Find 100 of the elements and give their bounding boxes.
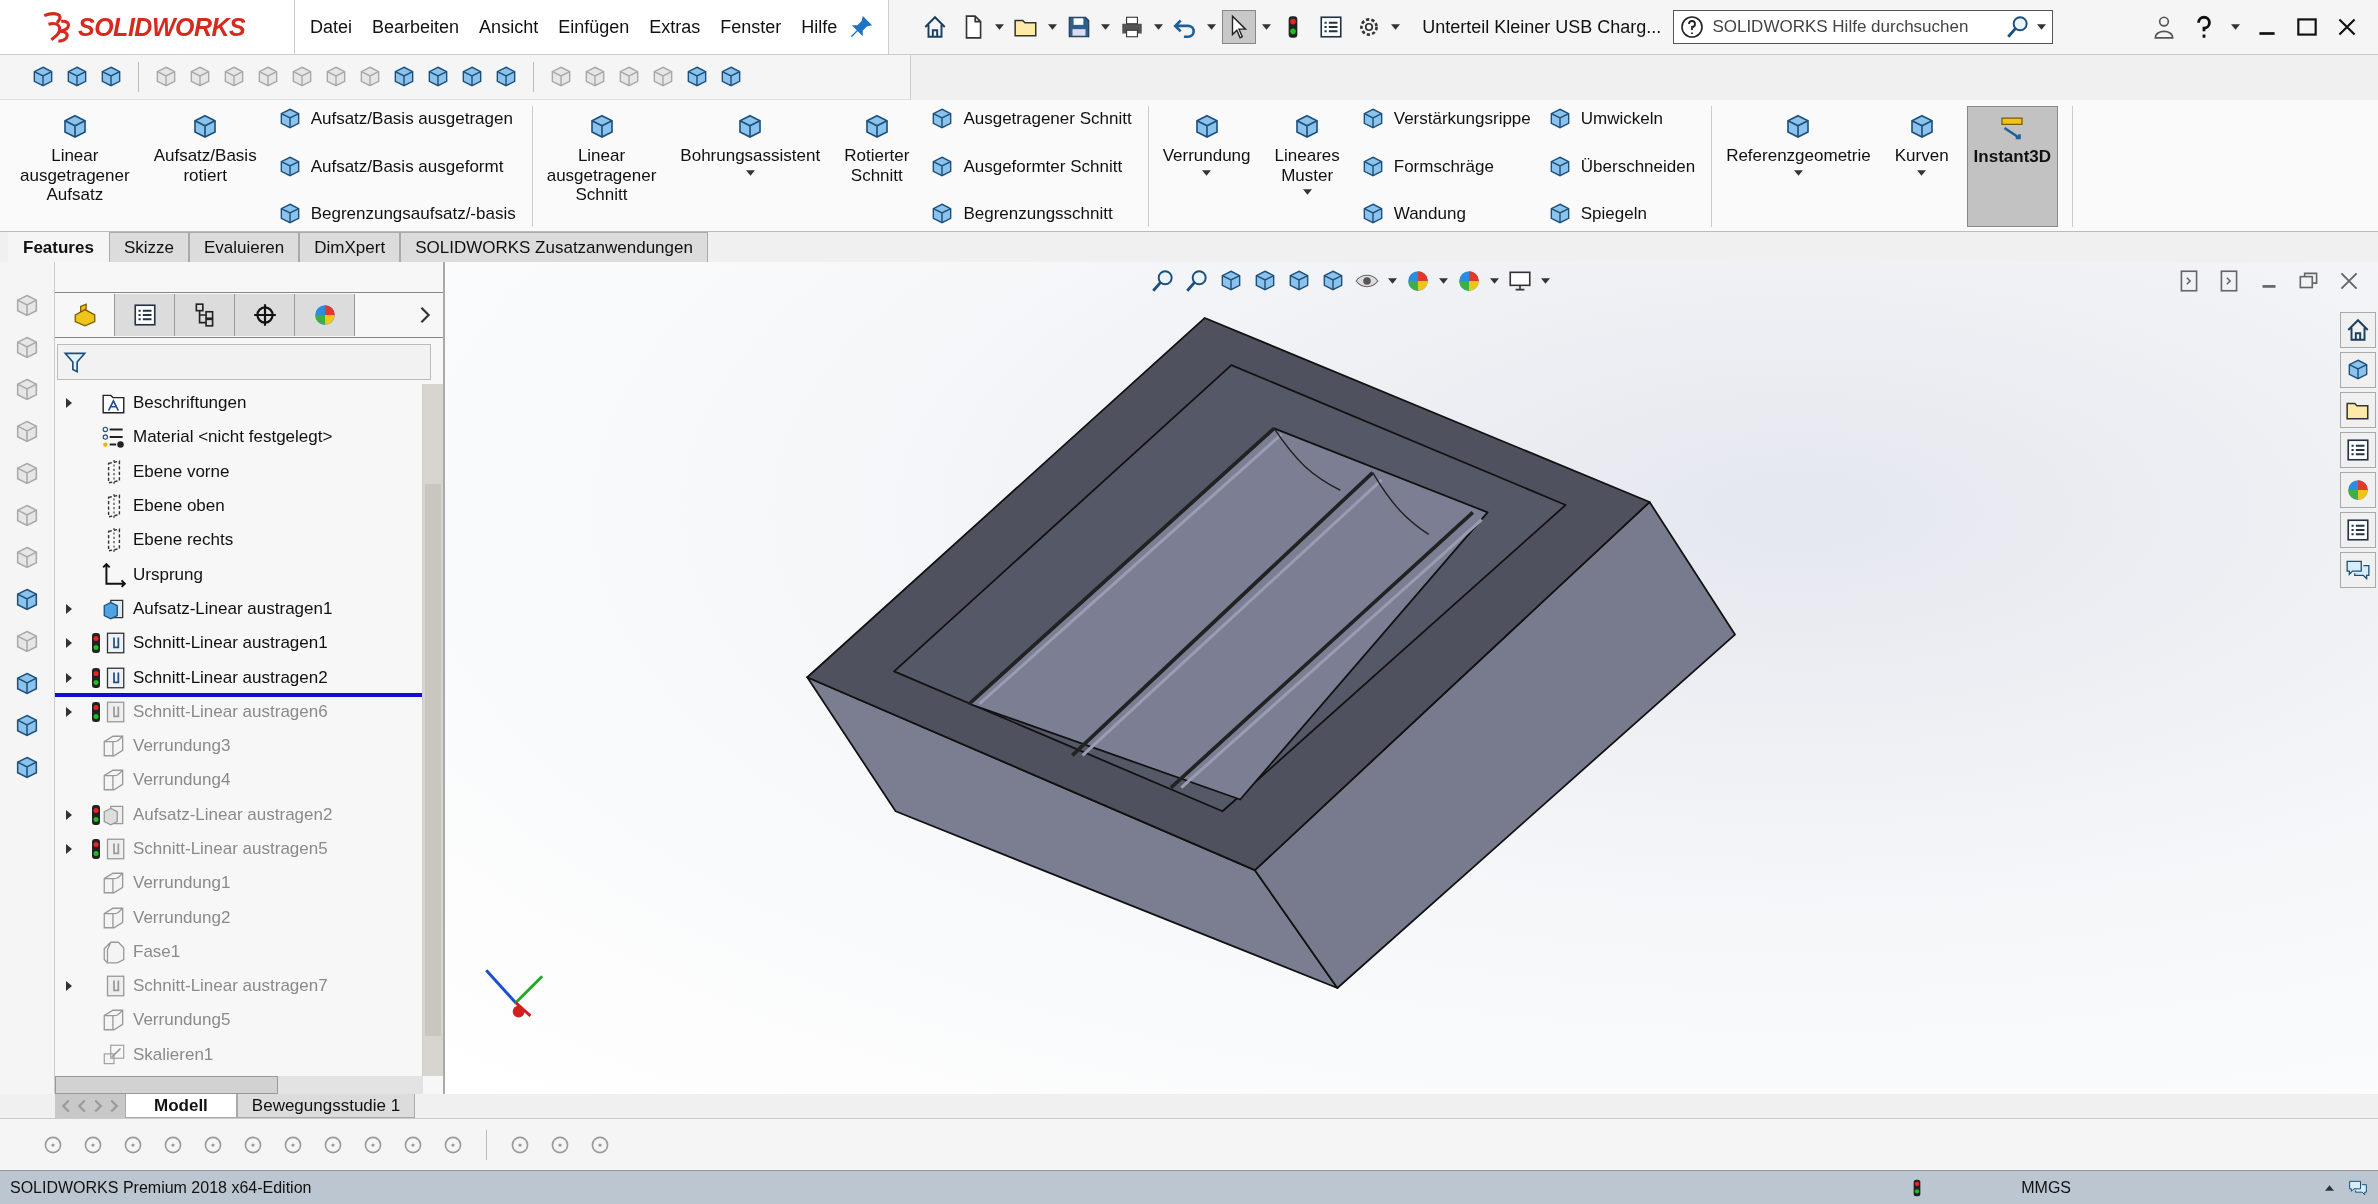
expand-arrow-icon[interactable] [65, 809, 73, 820]
tree-item[interactable]: Ursprung [55, 557, 422, 592]
ribbon-button[interactable]: Spiegeln [1546, 201, 1696, 227]
menu-item[interactable]: Datei [301, 10, 362, 44]
caret-icon[interactable] [1202, 169, 1212, 176]
ribbon-button[interactable]: Wandung [1359, 201, 1531, 227]
expand-arrow-icon[interactable] [65, 672, 73, 683]
material-icon [101, 424, 127, 451]
command-tab[interactable]: Features [8, 232, 109, 262]
ribbon-button[interactable]: Verrundung [1156, 106, 1257, 227]
expand-arrow-icon[interactable] [65, 706, 73, 717]
ribbon-button[interactable]: Ausgetragener Schnitt [929, 106, 1132, 132]
search-field[interactable]: SOLIDWORKS Hilfe durchsuchen [1710, 16, 2000, 38]
ribbon-button[interactable]: Linear ausgetragener Aufsatz [14, 106, 136, 227]
caret-icon[interactable] [1439, 278, 1448, 284]
ribbon-button[interactable]: Lineares Muster [1268, 106, 1346, 227]
menu-item[interactable]: Bearbeiten [363, 10, 469, 44]
caret-icon[interactable] [995, 24, 1005, 30]
caret-icon[interactable] [1207, 24, 1217, 30]
ribbon-button[interactable]: Aufsatz/Basis ausgetragen [276, 106, 516, 132]
ribbon-button[interactable]: Ausgeformter Schnitt [929, 153, 1132, 180]
expand-arrow-icon[interactable] [65, 981, 73, 992]
caret-icon[interactable] [2325, 1184, 2334, 1191]
ribbon-button[interactable]: Formschräge [1359, 153, 1531, 180]
ribbon-button[interactable]: Umwickeln [1546, 106, 1696, 132]
caret-icon[interactable] [2231, 24, 2240, 30]
tree-item[interactable]: Schnitt-Linear austragen2 [55, 660, 422, 695]
caret-icon[interactable] [1302, 189, 1312, 196]
tree-item[interactable]: Aufsatz-Linear austragen1 [55, 591, 422, 627]
ribbon-button[interactable]: Aufsatz/Basis ausgeformt [276, 153, 516, 180]
caret-icon[interactable] [1490, 278, 1499, 284]
panel-tab[interactable] [175, 294, 235, 336]
caret-icon[interactable] [1154, 24, 1164, 30]
menu-item[interactable]: Ansicht [470, 10, 548, 44]
ribbon-button[interactable]: Aufsatz/Basis rotiert [147, 106, 263, 227]
list-icon[interactable] [2345, 437, 2371, 463]
list-icon[interactable] [1318, 14, 1345, 40]
caret-icon[interactable] [1388, 278, 1397, 284]
document-title: Unterteil Kleiner USB Charg... [1422, 16, 1662, 38]
ribbon-button[interactable]: Rotierter Schnitt [838, 106, 916, 227]
expand-arrow-icon[interactable] [65, 844, 73, 854]
scrollbar[interactable] [422, 384, 443, 1076]
tree-item[interactable]: Ebene vorne [55, 454, 422, 489]
zoom-area-icon[interactable] [1184, 268, 1210, 294]
model-tab[interactable]: Bewegungsstudie 1 [236, 1094, 416, 1118]
menu-item[interactable]: Extras [640, 10, 710, 44]
list-icon[interactable] [2345, 517, 2371, 543]
rollback-bar[interactable] [55, 692, 422, 697]
menu-item[interactable]: Einfügen [549, 10, 639, 44]
caret-icon[interactable] [1541, 278, 1550, 284]
panel-tab[interactable] [235, 294, 295, 336]
scrollbar[interactable] [55, 1076, 423, 1094]
ribbon-button[interactable]: Überschneiden [1546, 153, 1696, 180]
model-tab[interactable]: Modell [125, 1094, 237, 1118]
help-icon [1680, 15, 1705, 39]
tree-item[interactable]: Ebene rechts [55, 523, 422, 558]
command-tab[interactable]: Skizze [108, 232, 189, 262]
panel-tab[interactable] [115, 294, 175, 336]
ribbon-button[interactable]: Begrenzungsaufsatz/-basis [276, 201, 516, 227]
caret-icon[interactable] [745, 169, 755, 176]
expand-arrow-icon[interactable] [65, 398, 73, 409]
chevron-right-icon[interactable] [419, 305, 431, 325]
expand-arrow-icon[interactable] [65, 638, 73, 649]
color-ball-icon[interactable] [2345, 477, 2371, 503]
menu-item[interactable]: Fenster [711, 10, 791, 44]
units-label[interactable]: MMGS [2021, 1178, 2071, 1197]
house-icon[interactable] [2345, 317, 2371, 343]
graphics-area[interactable] [445, 262, 2378, 1094]
tree-item[interactable]: Beschriftungen [55, 386, 422, 421]
tree-item[interactable]: Ebene oben [55, 488, 422, 524]
command-tab[interactable]: Evaluieren [188, 232, 300, 262]
filter-field[interactable] [57, 344, 431, 380]
menu-item[interactable]: Hilfe [792, 10, 847, 44]
ribbon-button[interactable]: Linear ausgetragener Schnitt [540, 106, 663, 227]
command-tab[interactable]: DimXpert [299, 232, 401, 262]
axes-icon [101, 561, 127, 588]
ribbon-button[interactable]: Bohrungsassistent [674, 106, 827, 227]
ribbon-button[interactable]: Begrenzungsschnitt [929, 201, 1132, 227]
expand-arrow-icon[interactable] [65, 603, 73, 614]
ribbon-button[interactable]: Instant3D [1966, 106, 2059, 227]
status-text: SOLIDWORKS Premium 2018 x64-Edition [10, 1178, 312, 1197]
tree-item[interactable]: Schnitt-Linear austragen1 [55, 626, 422, 661]
caret-icon[interactable] [1101, 24, 1111, 30]
caret-icon[interactable] [1391, 24, 1401, 30]
ribbon-button[interactable]: Verstärkungsrippe [1359, 106, 1531, 132]
tree-item[interactable]: Material <nicht festgelegt> [55, 420, 422, 455]
zoom-icon[interactable] [1150, 268, 1176, 294]
ribbon-button[interactable]: Referenzgeometrie [1720, 106, 1877, 227]
caret-icon[interactable] [1917, 169, 1927, 176]
color-ball-icon[interactable] [1405, 268, 1431, 294]
axis-triad-icon [485, 969, 544, 1018]
list-icon [131, 302, 158, 328]
ribbon-button[interactable]: Kurven [1888, 106, 1955, 227]
caret-icon[interactable] [1048, 24, 1058, 30]
caret-icon[interactable] [1793, 169, 1803, 176]
search-bar[interactable]: SOLIDWORKS Hilfe durchsuchen [1673, 10, 2054, 44]
caret-icon[interactable] [1262, 24, 1272, 30]
caret-icon[interactable] [2037, 24, 2047, 30]
color-ball-icon[interactable] [1456, 268, 1482, 294]
command-tab[interactable]: SOLIDWORKS Zusatzanwendungen [400, 232, 708, 262]
